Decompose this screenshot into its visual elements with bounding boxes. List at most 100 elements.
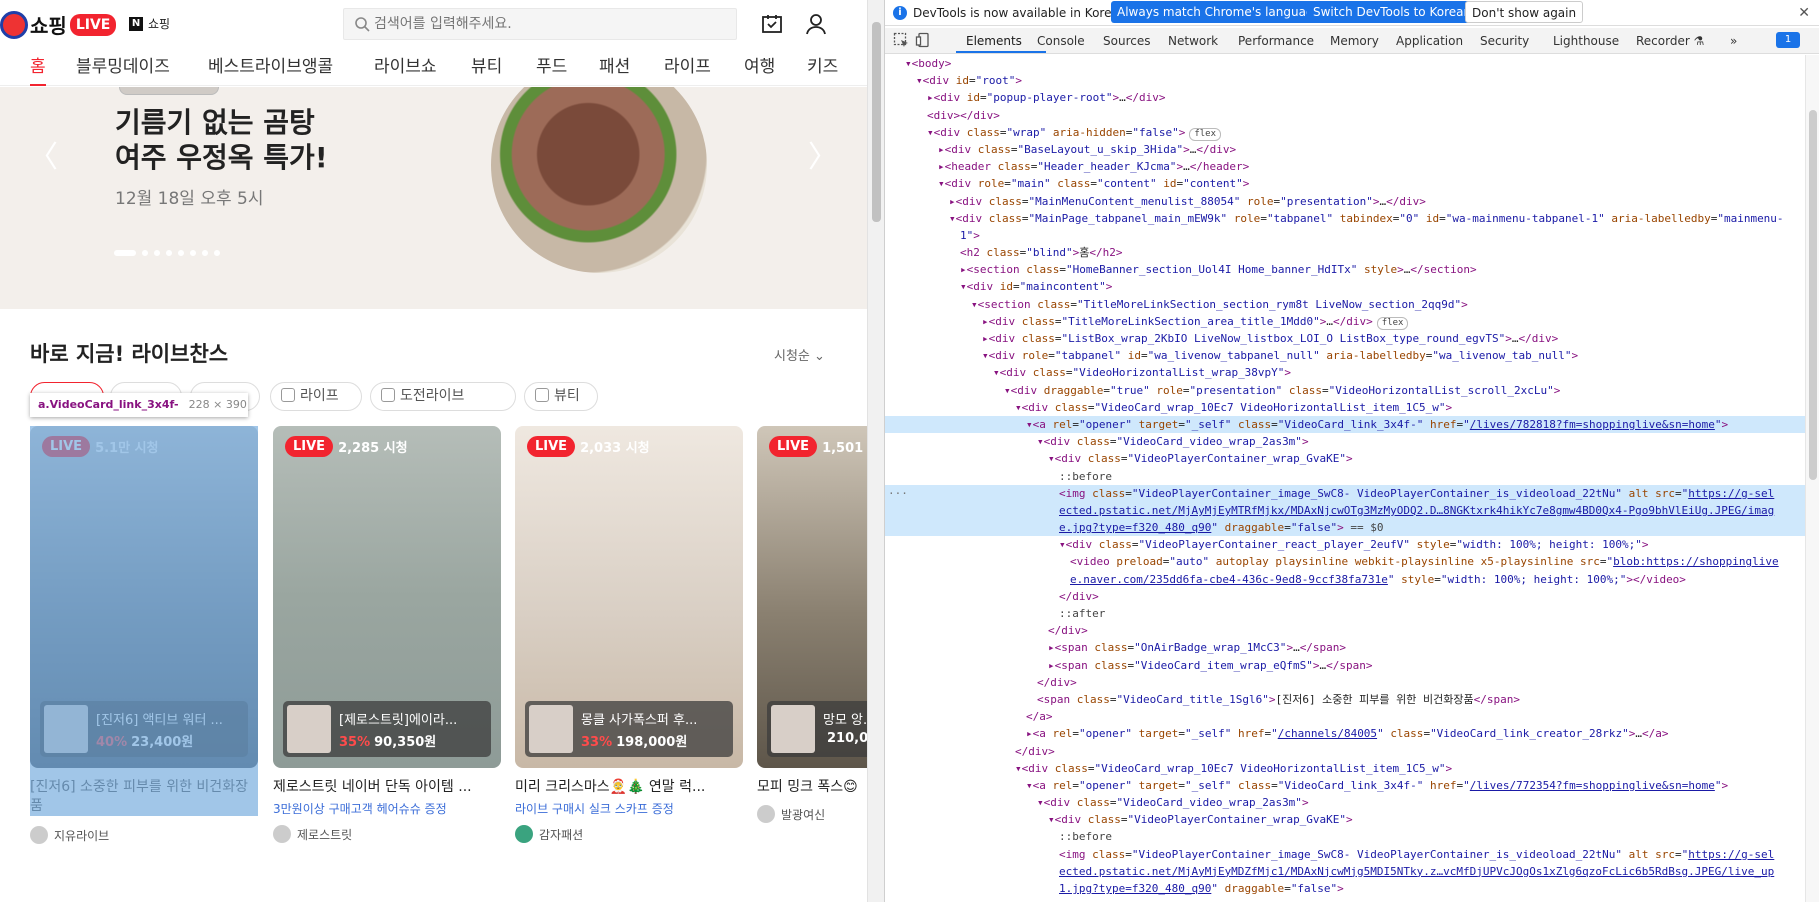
dom-node-line[interactable]: ▾<div class="VideoCard_video_wrap_2as3m"… <box>885 433 1819 450</box>
dom-node-line[interactable]: ▾<div class="VideoHorizontalList_wrap_38… <box>885 364 1819 381</box>
dom-node-line[interactable]: ::after <box>885 605 1819 622</box>
dom-node-line[interactable]: ected.pstatic.net/MjAyMjEyMDZfMjc1/MDAxN… <box>885 863 1819 880</box>
dom-node-line[interactable]: ▾<a rel="opener" target="_self" class="V… <box>885 415 1819 434</box>
tab-travel[interactable]: 여행 <box>744 52 775 86</box>
dom-node-line[interactable]: ▾<div class="wrap" aria-hidden="false"> f… <box>885 124 1819 141</box>
tab-food[interactable]: 푸드 <box>536 52 567 86</box>
close-icon[interactable]: ✕ <box>1798 5 1810 21</box>
product-box[interactable]: 몽클 사가폭스퍼 후... 33% 198,000원 <box>525 701 733 757</box>
dom-node-line[interactable]: e.jpg?type=f320_480_q90" draggable="fals… <box>885 519 1819 537</box>
devtools-scrollbar-thumb[interactable] <box>1809 110 1817 480</box>
dom-node-line[interactable]: </a> <box>885 708 1819 725</box>
dom-node-line[interactable]: <img class="VideoPlayerContainer_image_S… <box>885 484 1819 502</box>
dom-node-line[interactable]: </div> <box>885 588 1819 605</box>
dom-node-line[interactable]: ▸<span class="VideoCard_item_wrap_eQfmS"… <box>885 657 1819 674</box>
dom-node-line[interactable]: ▾<div id="maincontent"> <box>885 278 1819 295</box>
dom-node-line[interactable]: ▸<header class="Header_header_KJcma">…</… <box>885 158 1819 175</box>
dom-node-line[interactable]: ▾<section class="TitleMoreLinkSection_se… <box>885 296 1819 313</box>
product-box[interactable]: 망모 앙... 210,00... <box>767 701 867 757</box>
tab-beauty[interactable]: 뷰티 <box>471 52 502 86</box>
dom-tree[interactable]: ▾<body> ▾<div id="root"> ▸<div id="popup-p… <box>885 55 1819 902</box>
tab-life[interactable]: 라이프 <box>664 52 711 86</box>
sort-dropdown[interactable]: 시청순 ⌄ <box>774 345 825 364</box>
banner-prev-button[interactable]: 〈 <box>28 132 58 176</box>
tab-sources[interactable]: Sources <box>1103 34 1150 48</box>
node-menu-icon[interactable]: ··· <box>888 485 908 502</box>
dom-node-line[interactable]: ▾<div class="VideoCard_video_wrap_2as3m"… <box>885 794 1819 811</box>
tab-security[interactable]: Security <box>1480 34 1529 48</box>
page-dot[interactable] <box>142 250 148 256</box>
inspect-element-icon[interactable] <box>893 32 909 48</box>
dom-node-line[interactable]: ▾<div role="tabpanel" id="wa_livenow_tab… <box>885 347 1819 364</box>
creator-link[interactable]: 감자패션 <box>515 825 743 843</box>
dom-node-line[interactable]: ▸<section class="HomeBanner_section_Uol4… <box>885 261 1819 278</box>
tab-fashion[interactable]: 패션 <box>599 52 630 86</box>
dom-node-line[interactable]: e.naver.com/235dd6fa-cbe4-436c-9ed8-9ccf… <box>885 571 1819 588</box>
chip-beauty[interactable]: 뷰티 <box>524 382 598 411</box>
page-dot[interactable] <box>154 250 160 256</box>
device-toolbar-icon[interactable] <box>915 32 931 48</box>
dom-node-line[interactable]: ▾<div class="VideoPlayerContainer_wrap_G… <box>885 811 1819 828</box>
chip-life[interactable]: 라이프 <box>270 382 362 411</box>
video-thumbnail[interactable]: LIVE 2,033 시청 몽클 사가폭스퍼 후... 33% 198,000원 <box>515 426 743 768</box>
tab-performance[interactable]: Performance <box>1238 34 1314 48</box>
tab-best-live-encore[interactable]: 베스트라이브앵콜 <box>208 52 333 86</box>
video-title[interactable]: 모피 밍크 폭스😊 <box>757 778 867 797</box>
tab-kids[interactable]: 키즈 <box>807 52 838 86</box>
tab-memory[interactable]: Memory <box>1330 34 1379 48</box>
page-scrollbar[interactable] <box>867 0 884 902</box>
dom-node-line[interactable]: ▾<div class="VideoPlayerContainer_react_… <box>885 536 1819 553</box>
video-card[interactable]: LIVE 5.1만 시청 [진저6] 액티브 워터 ... 40% 23,400원 … <box>30 426 258 844</box>
chip-challenge-live[interactable]: 도전라이브 <box>370 382 516 411</box>
tab-console[interactable]: Console <box>1037 34 1085 48</box>
tab-home[interactable]: 홈 <box>30 52 46 86</box>
tab-live-show[interactable]: 라이브쇼 <box>374 52 437 86</box>
page-dot[interactable] <box>202 250 208 256</box>
tab-application[interactable]: Application <box>1396 34 1463 48</box>
video-card[interactable]: LIVE1,501 시청 망모 앙... 210,00... 모피 밍크 폭스😊… <box>757 426 867 823</box>
tab-recorder[interactable]: Recorder ⚗ <box>1636 34 1704 48</box>
video-title[interactable]: 미리 크리스마스🤶🎄 연말 럭... <box>515 778 743 797</box>
video-title[interactable]: 제로스트릿 네이버 단독 아이템 ... <box>273 778 501 797</box>
page-dot[interactable] <box>178 250 184 256</box>
user-icon[interactable] <box>804 12 828 36</box>
search-input[interactable] <box>374 14 724 34</box>
dom-node-line[interactable]: ▸<a rel="opener" target="_self" href="/c… <box>885 725 1819 742</box>
product-box[interactable]: [진저6] 액티브 워터 ... 40% 23,400원 <box>40 701 248 757</box>
video-title[interactable]: [진저6] 소중한 피부를 위한 비건화장품 <box>30 778 258 818</box>
dom-node-line[interactable]: <span class="VideoCard_title_1Sgl6">[진저6… <box>885 691 1819 708</box>
checklist-icon[interactable] <box>760 12 784 36</box>
dom-node-line[interactable]: 1"> <box>885 227 1819 244</box>
creator-link[interactable]: 제로스트릿 <box>273 825 501 843</box>
product-box[interactable]: [제로스트릿]에이라... 35% 90,350원 <box>283 701 491 757</box>
scrollbar-thumb[interactable] <box>872 22 881 222</box>
dom-node-line[interactable]: ▸<span class="OnAirBadge_wrap_1McC3">…</… <box>885 639 1819 656</box>
dom-node-line[interactable]: </div> <box>885 674 1819 691</box>
dom-node-line[interactable]: ▸<div class="ListBox_wrap_2KbIO LiveNow_… <box>885 330 1819 347</box>
page-dot[interactable] <box>166 250 172 256</box>
tab-blooming-days[interactable]: 블루밍데이즈 <box>76 52 170 86</box>
dom-node-line[interactable]: ▾<div role="main" class="content" id="co… <box>885 175 1819 192</box>
dom-node-line[interactable]: ▾<a rel="opener" target="_self" class="V… <box>885 777 1819 794</box>
home-banner[interactable]: 기름기 없는 곰탕 여주 우정옥 특가! 12월 18일 오후 5시 〈 〉 <box>0 87 867 309</box>
dom-node-line[interactable]: ▸<div class="MainMenuContent_menulist_88… <box>885 193 1819 210</box>
dom-node-line[interactable]: ▸<div id="popup-player-root">…</div> <box>885 89 1819 106</box>
video-thumbnail[interactable]: LIVE 5.1만 시청 [진저6] 액티브 워터 ... 40% 23,400원 <box>30 426 258 768</box>
video-card[interactable]: LIVE 2,285 시청 [제로스트릿]에이라... 35% 90,350원 제로… <box>273 426 501 843</box>
site-logo[interactable]: 쇼핑 LIVE <box>0 10 117 39</box>
dom-node-line[interactable]: ▸<div class="BaseLayout_u_skip_3Hida">…<… <box>885 141 1819 158</box>
page-dot[interactable] <box>114 250 136 256</box>
dom-node-line[interactable]: <h2 class="blind">홈</h2> <box>885 244 1819 261</box>
dom-node-line[interactable]: <img class="VideoPlayerContainer_image_S… <box>885 846 1819 863</box>
dom-node-line[interactable]: 1.jpg?type=f320_480_q90" draggable="fals… <box>885 880 1819 897</box>
always-match-language-button[interactable]: Always match Chrome's language <box>1111 1 1327 23</box>
dom-node-line[interactable]: <div></div> <box>885 107 1819 124</box>
dom-node-line[interactable]: ▾<div class="VideoCard_wrap_10Ec7 VideoH… <box>885 399 1819 416</box>
dom-node-line[interactable]: ▾<div id="root"> <box>885 72 1819 89</box>
video-card[interactable]: LIVE 2,033 시청 몽클 사가폭스퍼 후... 33% 198,000원 미… <box>515 426 743 843</box>
dont-show-again-button[interactable]: Don't show again <box>1465 1 1584 23</box>
dom-node-line[interactable]: ::before <box>885 468 1819 485</box>
creator-link[interactable]: 발광여신 <box>757 805 867 823</box>
video-thumbnail[interactable]: LIVE1,501 시청 망모 앙... 210,00... <box>757 426 867 768</box>
page-dot[interactable] <box>190 250 196 256</box>
